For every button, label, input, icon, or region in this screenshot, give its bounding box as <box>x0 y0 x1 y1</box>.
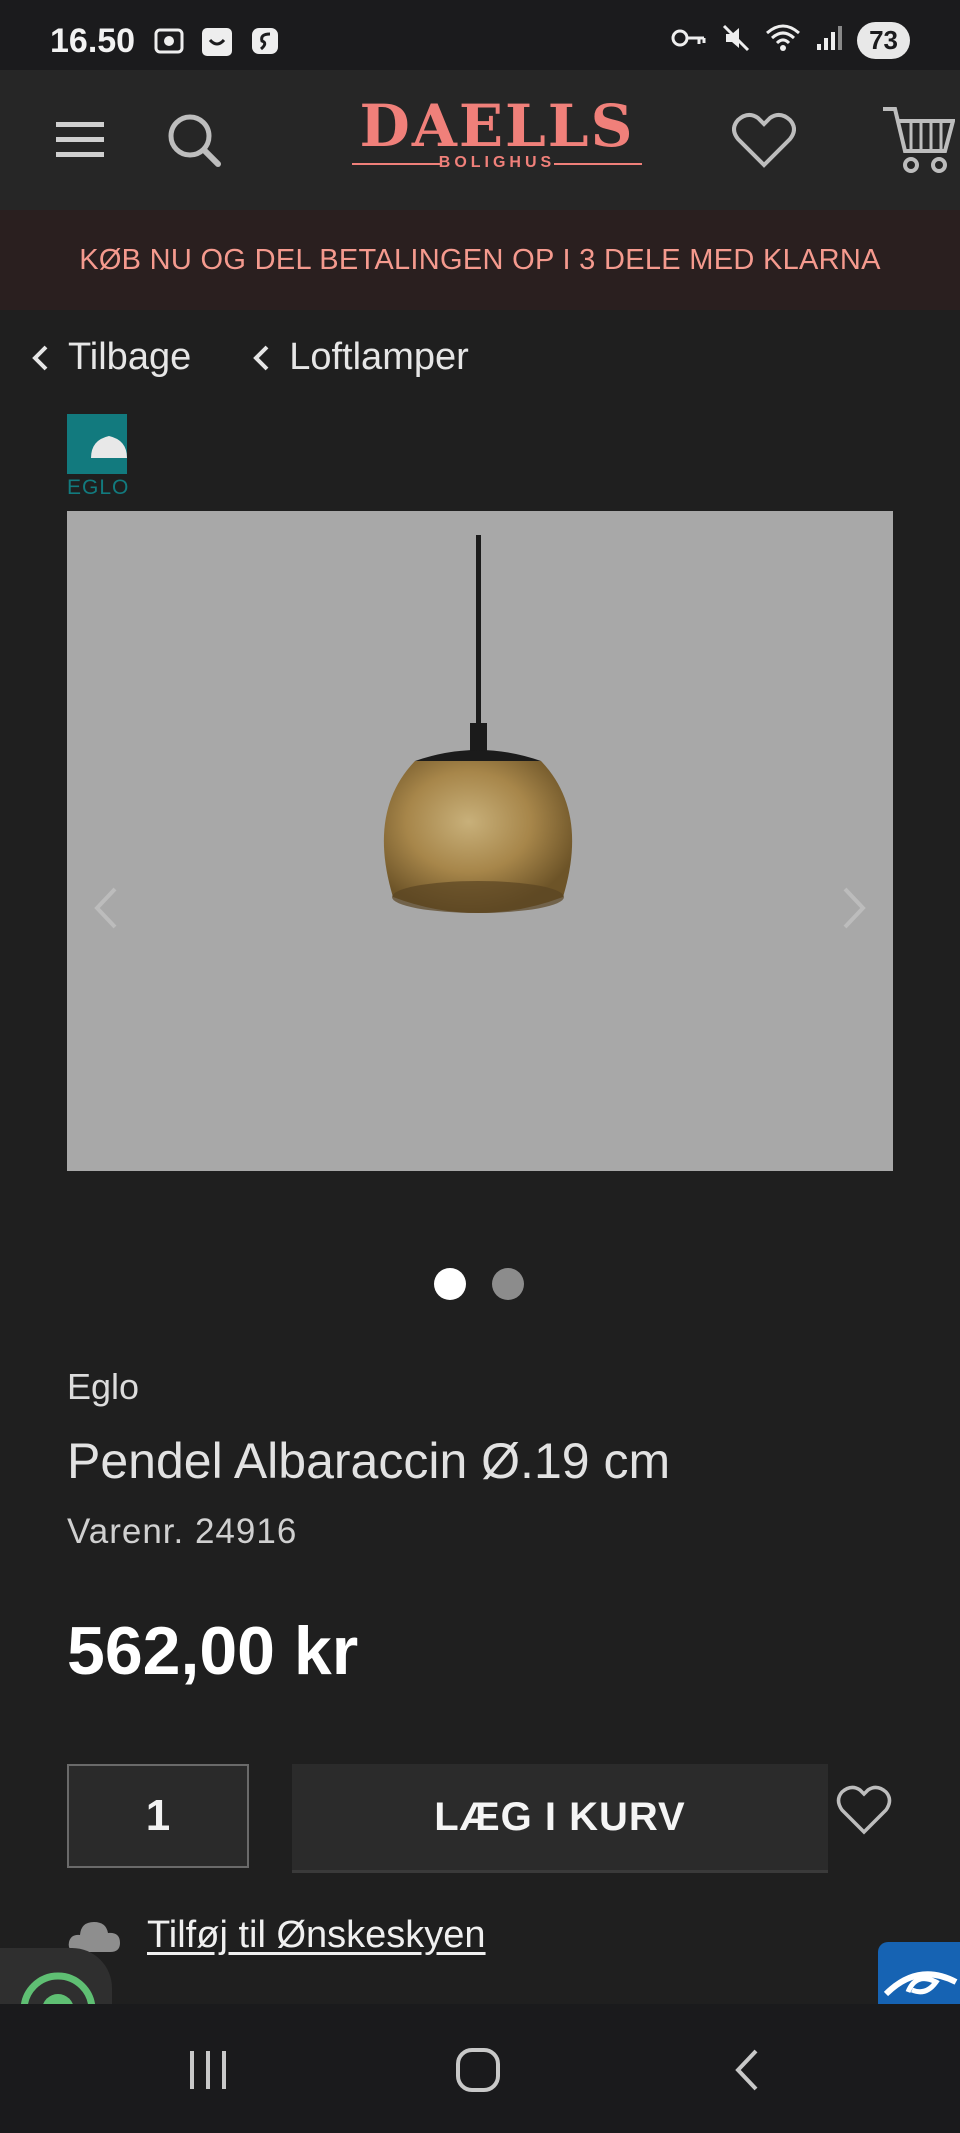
breadcrumb: Tilbage Loftlamper <box>30 336 469 379</box>
accessibility-badge-button[interactable] <box>878 1942 960 2004</box>
product-title: Pendel Albaraccin Ø.19 cm <box>67 1433 671 1489</box>
status-time: 16.50 <box>50 22 136 60</box>
status-notification-icons <box>152 24 282 58</box>
pendant-lamp-image <box>383 535 573 913</box>
chevron-left-icon <box>253 345 269 370</box>
logo-subtitle: BOLIGHUS <box>350 154 644 172</box>
gallery-dots <box>434 1268 524 1300</box>
product-price: 562,00 kr <box>67 1613 359 1689</box>
next-image-button[interactable] <box>839 885 869 936</box>
prev-image-button[interactable] <box>91 885 121 936</box>
add-to-wish-cloud-link[interactable]: Tilføj til Ønskeskyen <box>147 1914 486 1957</box>
cart-button[interactable] <box>876 98 960 182</box>
gallery-dot-2[interactable] <box>492 1268 524 1300</box>
back-icon <box>735 2049 758 2091</box>
category-link-label: Loftlamper <box>289 336 469 378</box>
battery-indicator: 73 <box>857 22 910 59</box>
wishlist-button[interactable] <box>722 98 806 182</box>
add-to-wishlist-button[interactable] <box>836 1784 892 1841</box>
back-link-label: Tilbage <box>68 336 192 378</box>
chevron-left-icon <box>94 887 117 929</box>
category-link[interactable]: Loftlamper <box>251 336 469 379</box>
brand-logo[interactable]: EGLO <box>67 414 130 506</box>
wish-cloud-row: Tilføj til Ønskeskyen <box>67 1914 486 1957</box>
status-right-icons: 73 <box>671 22 910 59</box>
back-link[interactable]: Tilbage <box>30 336 191 379</box>
search-icon <box>168 114 221 167</box>
logo-wordmark: DAELLS <box>359 92 635 160</box>
product-image[interactable] <box>67 511 893 1171</box>
recycle-icon <box>20 1972 96 2004</box>
status-bar: 16.50 73 <box>0 0 960 70</box>
home-button[interactable] <box>438 2040 518 2100</box>
key-icon <box>671 26 707 55</box>
site-header: DAELLS BOLIGHUS <box>0 70 960 210</box>
menu-button[interactable] <box>38 98 122 182</box>
klarna-banner[interactable]: KØB NU OG DEL BETALINGEN OP I 3 DELE MED… <box>0 210 960 310</box>
recent-apps-icon <box>190 2051 226 2089</box>
screenshot-icon <box>152 24 186 58</box>
klarna-banner-text: KØB NU OG DEL BETALINGEN OP I 3 DELE MED… <box>79 243 881 276</box>
brand-logo-text: EGLO <box>67 476 130 499</box>
back-button[interactable] <box>706 2040 786 2100</box>
eye-icon <box>883 1971 958 1997</box>
recent-apps-button[interactable] <box>168 2040 248 2100</box>
menu-icon <box>56 122 104 157</box>
chevron-left-icon <box>32 345 48 370</box>
smile-app-icon <box>200 24 234 58</box>
search-button[interactable] <box>152 98 236 182</box>
chevron-right-icon <box>843 887 866 929</box>
signal-icon <box>815 24 843 57</box>
mute-icon <box>721 23 751 58</box>
s-app-icon <box>248 24 282 58</box>
heart-icon <box>732 113 796 168</box>
add-to-cart-button[interactable]: LÆG I KURV <box>292 1764 828 1870</box>
recycle-badge-button[interactable] <box>0 1948 112 2004</box>
heart-icon <box>836 1785 892 1835</box>
wifi-icon <box>765 23 801 58</box>
gallery-dot-1[interactable] <box>434 1268 466 1300</box>
cart-icon <box>883 107 955 173</box>
brand-logo-mark <box>67 414 127 474</box>
product-sku: Varenr. 24916 <box>67 1512 298 1551</box>
quantity-input[interactable]: 1 <box>67 1764 249 1868</box>
product-brand[interactable]: Eglo <box>67 1366 139 1408</box>
site-logo[interactable]: DAELLS BOLIGHUS <box>350 94 644 190</box>
system-nav-bar <box>0 2004 960 2133</box>
home-icon <box>456 2048 500 2092</box>
